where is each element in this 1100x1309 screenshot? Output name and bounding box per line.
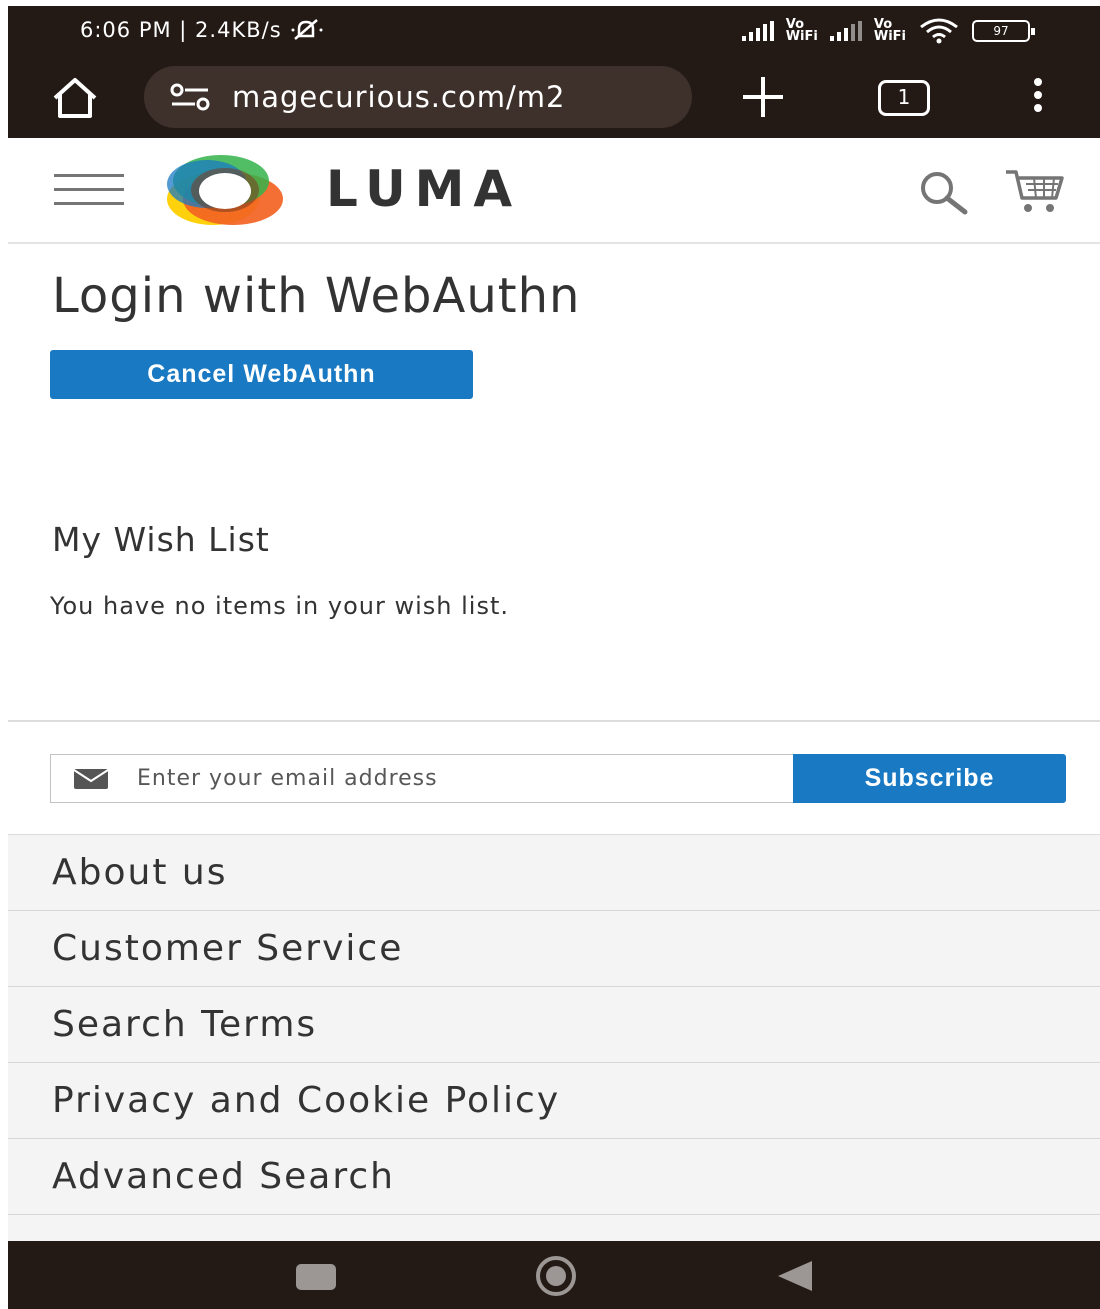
new-tab-button[interactable] [738, 72, 788, 122]
back-triangle-icon[interactable] [774, 1259, 814, 1293]
vowifi-icon: Vo WiFi [785, 17, 818, 44]
site-settings-icon[interactable] [168, 82, 212, 112]
cart-icon[interactable] [1004, 166, 1064, 216]
system-navigation-bar [8, 1241, 1100, 1309]
home-icon[interactable] [50, 76, 100, 120]
footer-link-privacy-policy[interactable]: Privacy and Cookie Policy [8, 1063, 1100, 1139]
status-time: 6:06 PM | 2.4KB/s [80, 18, 282, 42]
footer-link-customer-service[interactable]: Customer Service [8, 911, 1100, 987]
page-title: Login with WebAuthn [52, 268, 581, 324]
newsletter-form: Subscribe [50, 754, 1066, 803]
email-input[interactable] [137, 766, 737, 791]
home-circle-icon[interactable] [528, 1254, 584, 1298]
tab-switcher-button[interactable]: 1 [878, 80, 930, 116]
brand-name: LUMA [326, 160, 522, 218]
vowifi-icon: Vo WiFi [873, 17, 906, 44]
wifi-icon [920, 18, 958, 44]
envelope-icon [73, 768, 109, 789]
plus-icon [743, 77, 783, 117]
status-left: 6:06 PM | 2.4KB/s [80, 18, 324, 42]
cancel-webauthn-button[interactable]: Cancel WebAuthn [50, 350, 473, 399]
signal-icon [829, 21, 862, 41]
footer-links: About us Customer Service Search Terms P… [8, 834, 1100, 1254]
browser-toolbar: magecurious.com/m2 1 [8, 56, 1100, 138]
status-right: Vo WiFi Vo WiFi 97 [741, 17, 1035, 44]
email-field[interactable] [50, 754, 795, 803]
browser-menu-icon[interactable] [1030, 78, 1046, 118]
battery-icon: 97 [972, 20, 1035, 42]
signal-icon [741, 21, 774, 41]
search-icon[interactable] [913, 168, 973, 216]
address-bar[interactable]: magecurious.com/m2 [144, 66, 692, 128]
footer-link-about-us[interactable]: About us [8, 835, 1100, 911]
status-bar: 6:06 PM | 2.4KB/s Vo WiFi Vo WiFi 97 [8, 6, 1100, 56]
recents-icon[interactable] [296, 1264, 336, 1290]
footer-link-advanced-search[interactable]: Advanced Search [8, 1139, 1100, 1215]
subscribe-button[interactable]: Subscribe [793, 754, 1066, 803]
mute-bell-icon [291, 19, 323, 40]
wishlist-empty-message: You have no items in your wish list. [50, 592, 510, 620]
site-header: LUMA [8, 138, 1100, 244]
content-divider [8, 720, 1100, 722]
luma-logo[interactable] [163, 154, 287, 228]
url-text[interactable]: magecurious.com/m2 [232, 80, 565, 114]
wishlist-title: My Wish List [52, 520, 270, 559]
footer-link-search-terms[interactable]: Search Terms [8, 987, 1100, 1063]
phone-screen: 6:06 PM | 2.4KB/s Vo WiFi Vo WiFi 97 mag… [8, 6, 1100, 1309]
hamburger-menu-icon[interactable] [54, 174, 124, 206]
